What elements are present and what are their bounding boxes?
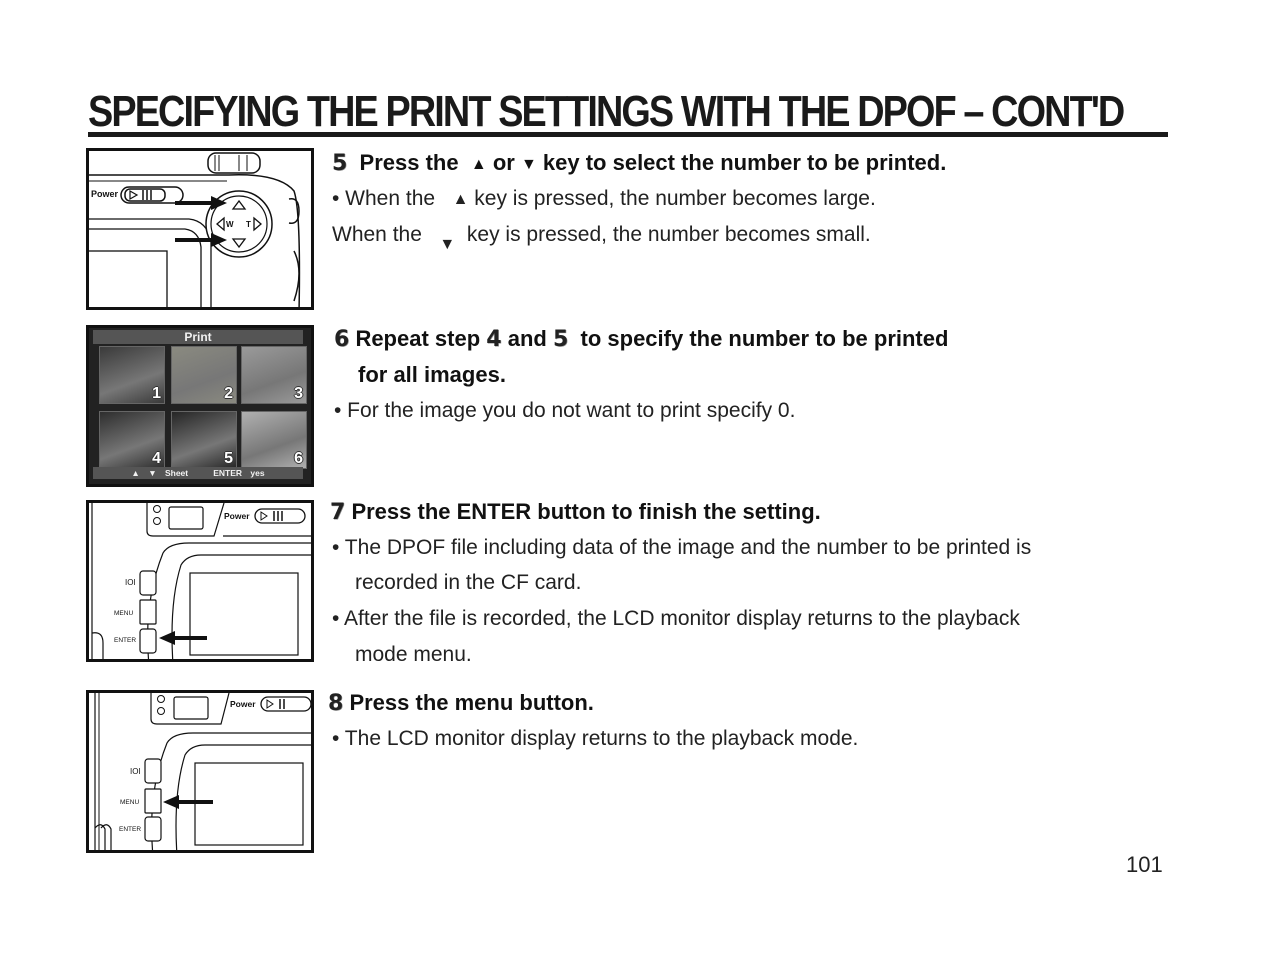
- sheet-nav-hint: ▲ ▼ Sheet: [131, 468, 189, 478]
- figure-print-screen: Print 1 2 3 4 5 6 ▲ ▼ Sheet ENTER yes: [86, 325, 314, 487]
- title-underline: [88, 132, 1168, 137]
- thumbnail-number: 4: [152, 450, 161, 467]
- enter-button: [139, 628, 157, 654]
- page-title: SPECIFYING THE PRINT SETTINGS WITH THE D…: [88, 87, 1125, 136]
- step-7-heading: 7 Press the ENTER button to finish the s…: [330, 499, 821, 525]
- menu-label: MENU: [114, 610, 133, 617]
- thumbnail-number: 1: [152, 385, 161, 402]
- shutter-dial: [207, 152, 261, 174]
- camera-dpad-illustration: Power W T: [89, 152, 301, 307]
- thumbnail-number: 2: [224, 385, 233, 402]
- screen-footer: ▲ ▼ Sheet ENTER yes: [93, 467, 303, 479]
- step-number: 6: [334, 327, 350, 352]
- power-switch-icon: [254, 508, 306, 524]
- figure-camera-back-dpad: Power W T: [86, 148, 314, 310]
- wide-label: W: [226, 220, 234, 229]
- lcd-print-screen: Print 1 2 3 4 5 6 ▲ ▼ Sheet ENTER yes: [89, 328, 311, 484]
- step-6-heading: 6 Repeat step 4 and 5 to specify the num…: [334, 326, 949, 352]
- camera-enter-illustration: Power IOI MENU ENTER: [91, 503, 311, 659]
- camera-menu-illustration: Power IOI MENU ENTER: [94, 693, 311, 850]
- display-button: [139, 570, 157, 596]
- thumbnail-number: 6: [294, 450, 303, 467]
- viewfinder: [173, 696, 209, 720]
- display-label: IOI: [130, 767, 141, 776]
- arrow-left-icon: [163, 795, 213, 809]
- thumbnail-5: 5: [171, 411, 237, 469]
- thumbnail-1: 1: [99, 346, 165, 404]
- screen-title: Print: [93, 330, 303, 344]
- enter-button: [144, 816, 162, 842]
- thumbnail-4: 4: [99, 411, 165, 469]
- display-button: [144, 758, 162, 784]
- page-number: 101: [1126, 852, 1163, 877]
- menu-button: [139, 599, 157, 625]
- step-5-bullet-2: When the ▼ key is pressed, the number be…: [332, 222, 871, 258]
- viewfinder: [168, 506, 204, 530]
- enter-hint: ENTER yes: [213, 468, 265, 478]
- enter-label: ENTER: [119, 826, 141, 833]
- tele-label: T: [246, 220, 251, 229]
- up-arrow-icon: ▲: [470, 156, 487, 173]
- figure-camera-enter-button: Power IOI MENU ENTER: [86, 500, 314, 662]
- thumbnail-number: 5: [224, 450, 233, 467]
- enter-label: ENTER: [114, 637, 136, 644]
- thumbnail-2: 2: [171, 346, 237, 404]
- thumbnail-number: 3: [294, 385, 303, 402]
- step-5-bullet-1: • When the ▲ key is pressed, the number …: [332, 186, 876, 213]
- down-arrow-icon: ▼: [439, 236, 456, 253]
- lcd-screen: [189, 572, 299, 656]
- power-label: Power: [230, 699, 256, 709]
- step-7-bullet-2-cont: mode menu.: [355, 643, 472, 666]
- step-8-heading: 8 Press the menu button.: [328, 690, 594, 716]
- step-7-bullet-1: • The DPOF file including data of the im…: [332, 536, 1032, 559]
- menu-label: MENU: [120, 799, 139, 806]
- step-6-heading-line-2: for all images.: [358, 362, 506, 387]
- menu-button: [144, 788, 162, 814]
- thumbnail-6: 6: [241, 411, 307, 469]
- arrow-left-icon: [159, 631, 207, 645]
- step-7-bullet-2: • After the file is recorded, the LCD mo…: [332, 607, 1020, 630]
- step-number: 8: [328, 691, 344, 716]
- down-arrow-icon: ▼: [520, 156, 537, 173]
- display-label: IOI: [125, 578, 136, 587]
- power-label: Power: [224, 511, 250, 521]
- up-arrow-icon: ▲: [452, 191, 469, 208]
- lcd-screen: [89, 250, 168, 307]
- step-number: 5: [332, 151, 348, 176]
- figure-camera-menu-button: Power IOI MENU ENTER: [86, 690, 314, 853]
- power-label: Power: [91, 189, 119, 199]
- step-7-bullet-1-cont: recorded in the CF card.: [355, 571, 582, 594]
- step-5-heading: 5 Press the ▲ or ▼ key to select the num…: [332, 150, 947, 176]
- step-8-bullet-1: • The LCD monitor display returns to the…: [332, 727, 859, 750]
- step-6-bullet-1: • For the image you do not want to print…: [334, 399, 796, 422]
- step-number: 7: [330, 500, 346, 525]
- thumbnail-3: 3: [241, 346, 307, 404]
- power-switch-icon: [260, 696, 311, 712]
